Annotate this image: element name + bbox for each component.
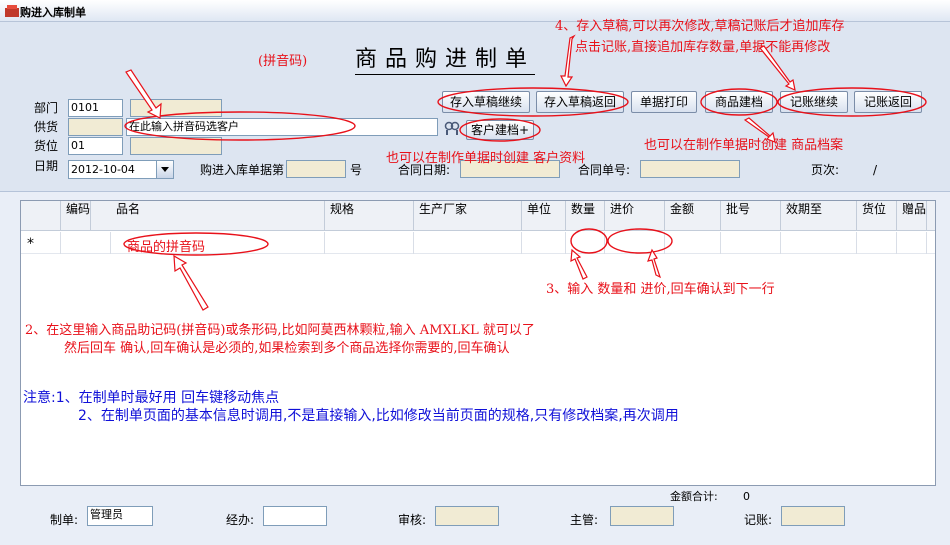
print-document-button[interactable]: 单据打印	[631, 91, 697, 113]
create-product-button[interactable]: 商品建档	[705, 91, 773, 113]
row-selector-header	[21, 201, 61, 231]
save-draft-continue-button[interactable]: 存入草稿继续	[442, 91, 530, 113]
maker-label: 制单:	[50, 513, 79, 527]
save-draft-return-button[interactable]: 存入草稿返回	[536, 91, 624, 113]
doc-no-field	[286, 160, 346, 178]
app-icon	[5, 5, 19, 17]
supervisor-label: 主管:	[570, 513, 599, 527]
doc-no-label: 购进入库单据第	[200, 163, 285, 177]
annotation-step4-line2: 点击记账,直接追加库存数量,单据不能再修改	[575, 40, 831, 55]
column-header: 货位	[857, 201, 897, 231]
grid-cell[interactable]	[522, 232, 566, 254]
date-picker[interactable]: 2012-10-04	[68, 160, 174, 179]
bookkeeper-field	[781, 506, 845, 526]
grid-cell[interactable]	[325, 232, 414, 254]
column-header: 编码	[61, 201, 91, 231]
grid-cell[interactable]	[781, 232, 857, 254]
search-icon[interactable]	[444, 121, 460, 135]
annotation-step2-line2: 然后回车 确认,回车确认是必须的,如果检索到多个商品选择你需要的,回车确认	[64, 341, 510, 356]
column-header: 效期至	[781, 201, 857, 231]
page-value: /	[873, 163, 878, 177]
doc-no-suffix: 号	[350, 163, 363, 177]
annotation-product-pinyin: 商品的拼音码	[127, 240, 206, 255]
column-header: 金额	[665, 201, 721, 231]
reviewer-label: 审核:	[398, 513, 427, 527]
supervisor-field	[610, 506, 674, 526]
location-name-field	[130, 137, 222, 155]
date-value: 2012-10-04	[71, 163, 135, 176]
grid-cell[interactable]	[857, 232, 897, 254]
contract-no-field[interactable]	[640, 160, 740, 178]
grid-cell[interactable]	[414, 232, 522, 254]
document-title: 商品购进制单	[355, 46, 536, 75]
annotation-create-customer: 也可以在制作单据时创建 客户资料	[386, 151, 586, 166]
date-label: 日期	[34, 159, 59, 173]
annotation-step4-line1: 4、存入草稿,可以再次修改,草稿记账后才追加库存	[555, 19, 845, 34]
dept-code-field[interactable]: 0101	[68, 99, 123, 117]
total-value: 0	[743, 490, 750, 503]
location-code-field[interactable]: 01	[68, 137, 123, 155]
contract-no-label: 合同单号:	[578, 163, 631, 177]
grid-cell[interactable]	[897, 232, 927, 254]
column-header: 数量	[566, 201, 605, 231]
column-header: 赠品	[897, 201, 927, 231]
grid-cell[interactable]	[61, 232, 111, 254]
column-header: 进价	[605, 201, 665, 231]
chevron-down-icon[interactable]	[156, 161, 173, 178]
supplier-label: 供货	[34, 120, 59, 134]
handler-label: 经办:	[226, 513, 255, 527]
annotation-step3: 3、输入 数量和 进价,回车确认到下一行	[546, 282, 775, 297]
column-header: 品名	[111, 201, 325, 231]
total-label: 金额合计:	[670, 490, 718, 503]
note-line1: 注意:1、在制单时最好用 回车键移动焦点	[23, 390, 280, 406]
note-line2: 2、在制单页面的基本信息时调用,不是直接输入,比如修改当前页面的规格,只有修改档…	[78, 408, 679, 424]
create-customer-button[interactable]: 客户建档+	[466, 120, 534, 140]
location-label: 货位	[34, 139, 59, 153]
annotation-step2-line1: 2、在这里输入商品助记码(拼音码)或条形码,比如阿莫西林颗粒,输入 AMXLKL…	[25, 323, 535, 338]
column-header: 规格	[325, 201, 414, 231]
post-return-button[interactable]: 记账返回	[854, 91, 922, 113]
grid-cell[interactable]	[566, 232, 605, 254]
column-header: 单位	[522, 201, 566, 231]
dept-label: 部门	[34, 101, 59, 115]
supplier-input[interactable]: 在此输入拼音码选客户	[126, 118, 438, 136]
grid-cell[interactable]	[665, 232, 721, 254]
grid-cell[interactable]	[605, 232, 665, 254]
page-label: 页次:	[811, 163, 840, 177]
annotation-create-product: 也可以在制作单据时创建 商品档案	[644, 138, 844, 153]
grid-cell[interactable]	[721, 232, 781, 254]
column-header: 批号	[721, 201, 781, 231]
column-header: 生产厂家	[414, 201, 522, 231]
dept-name-field	[130, 99, 222, 117]
annotation-pinyin-code: (拼音码)	[258, 54, 308, 69]
post-continue-button[interactable]: 记账继续	[780, 91, 848, 113]
row-selector-cell	[21, 232, 61, 254]
reviewer-field	[435, 506, 499, 526]
maker-field[interactable]: 管理员	[87, 506, 153, 526]
bookkeeper-label: 记账:	[744, 513, 773, 527]
handler-field[interactable]	[263, 506, 327, 526]
window-title: 购进入库制单	[20, 6, 86, 19]
supplier-code-field	[68, 118, 123, 136]
grid-header: 编码 品名 规格 生产厂家 单位 数量 进价 金额 批号 效期至 货位 赠品	[21, 201, 935, 231]
